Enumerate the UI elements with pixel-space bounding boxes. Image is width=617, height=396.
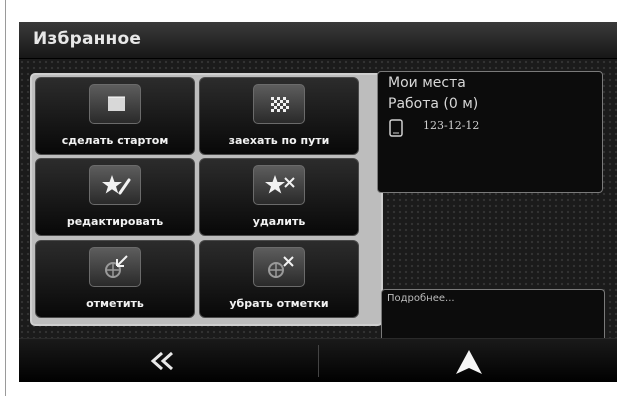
drive-via-button[interactable]: заехать по пути (199, 77, 359, 155)
title-bar: Избранное (19, 22, 617, 59)
edit-button[interactable]: редактировать (35, 158, 195, 236)
double-chevron-left-icon (150, 351, 173, 371)
details-label: Подробнее... (387, 293, 455, 304)
back-button[interactable] (19, 339, 318, 382)
unmark-button[interactable]: убрать отметки (199, 240, 359, 318)
place-phone: 123-12-12 (423, 119, 480, 132)
phone-icon (389, 119, 403, 137)
set-start-button[interactable]: сделать стартом (35, 77, 195, 155)
content-area: сделать стартом заехать по пути редактир… (19, 59, 617, 347)
page-title: Избранное (33, 29, 142, 49)
checkered-flag-icon (253, 84, 305, 124)
set-start-label: сделать стартом (61, 134, 169, 147)
place-name: Работа (0 м) (388, 96, 479, 112)
mark-label: отметить (86, 297, 144, 310)
favorites-screen: Избранное сделать стартом заехать по пут… (19, 22, 617, 382)
actions-grid: сделать стартом заехать по пути редактир… (30, 73, 383, 326)
star-delete-icon (253, 165, 305, 205)
navigation-arrow-icon (456, 350, 482, 374)
bottom-bar (19, 338, 617, 382)
place-category: Мои места (388, 75, 466, 91)
edit-label: редактировать (66, 215, 164, 228)
page-border-line (5, 0, 6, 396)
place-info-panel: Мои места Работа (0 м) 123-12-12 (377, 71, 603, 193)
drive-via-label: заехать по пути (228, 134, 330, 147)
star-edit-icon (89, 165, 141, 205)
mark-button[interactable]: отметить (35, 240, 195, 318)
navigate-button[interactable] (319, 339, 617, 382)
delete-button[interactable]: удалить (199, 158, 359, 236)
unmark-icon (253, 247, 305, 287)
mark-icon (89, 247, 141, 287)
delete-label: удалить (252, 215, 306, 228)
flag-icon (89, 84, 141, 124)
unmark-label: убрать отметки (229, 297, 329, 310)
